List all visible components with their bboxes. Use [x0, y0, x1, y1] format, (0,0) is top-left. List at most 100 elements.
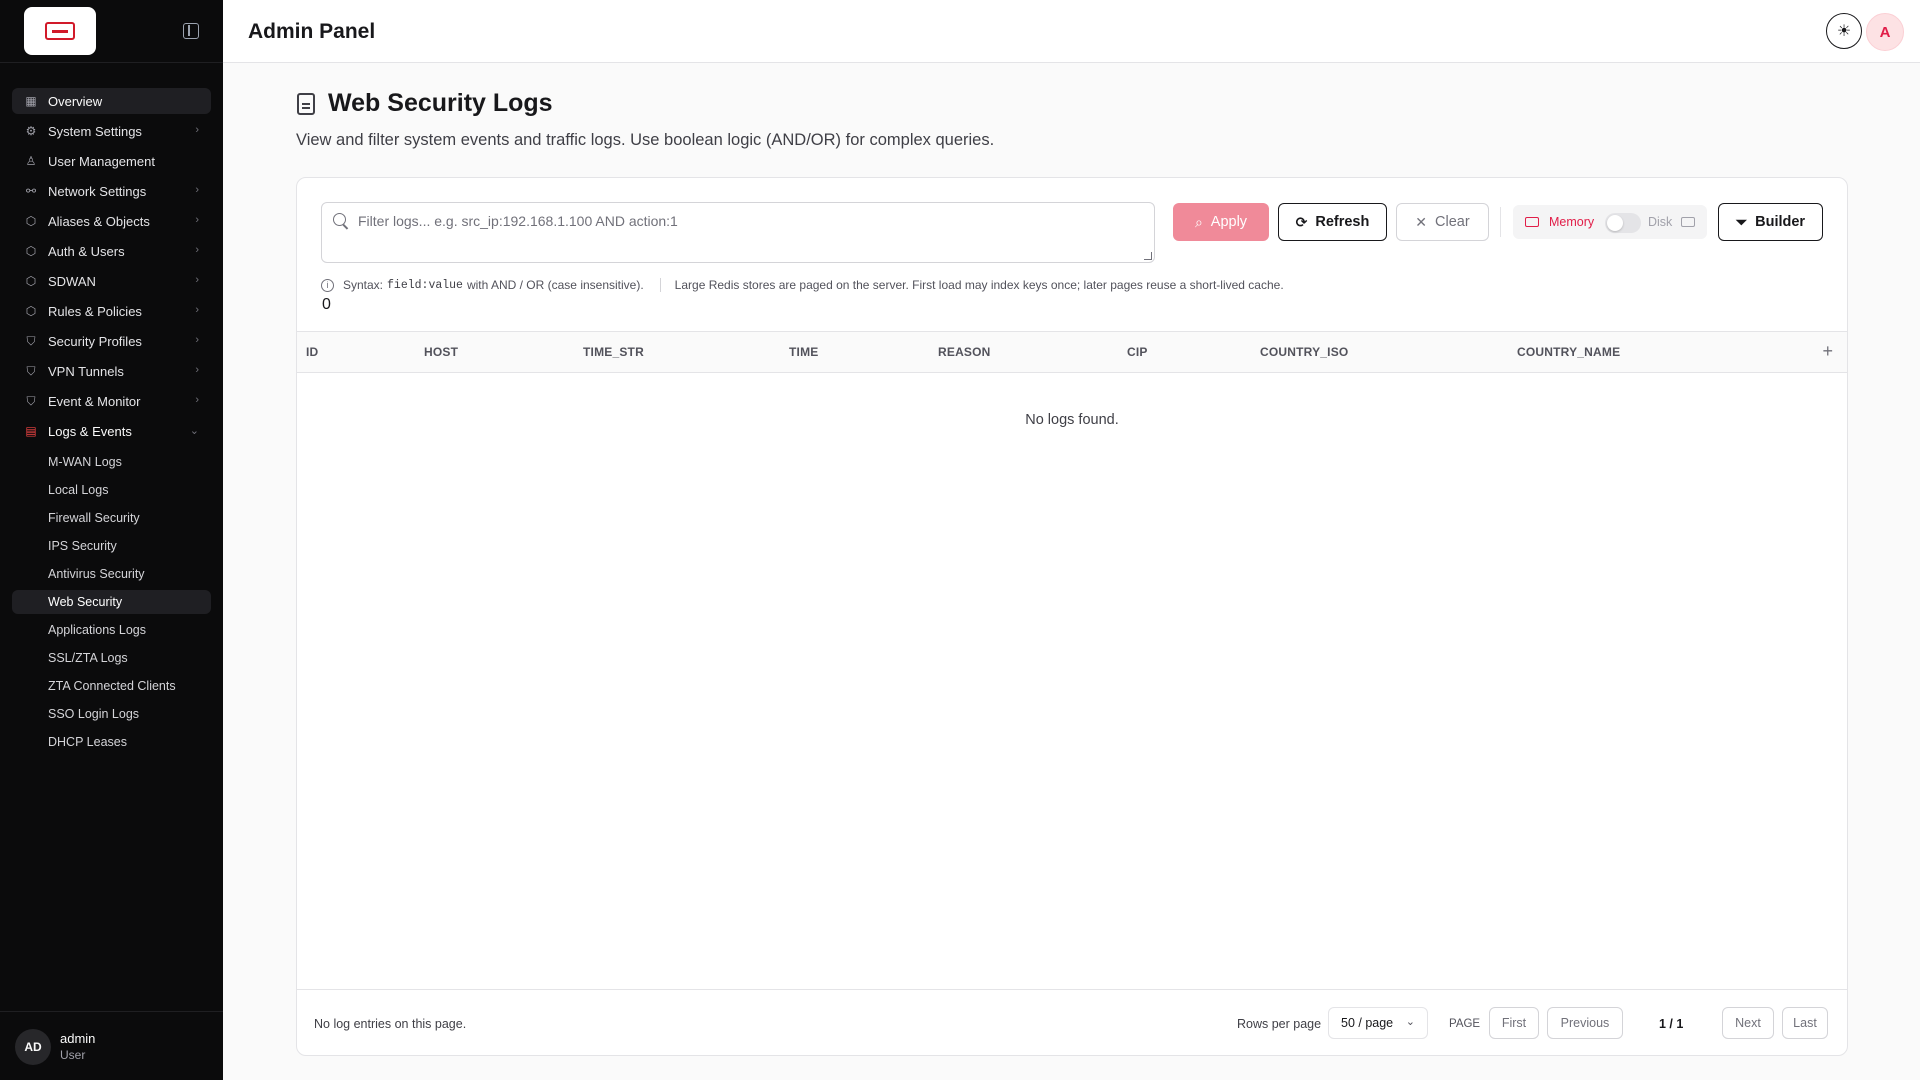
sidebar-subitem-firewall-security[interactable]: Firewall Security: [12, 506, 211, 530]
sidebar-item-overview[interactable]: ▦ Overview: [12, 88, 211, 114]
sidebar-header: [0, 0, 223, 63]
logs-table: ID HOST TIME_STR TIME REASON CIP COUNTRY…: [297, 331, 1847, 990]
user-role: User: [60, 1048, 86, 1062]
sidebar-subitem-zta-connected-clients[interactable]: ZTA Connected Clients: [12, 674, 211, 698]
column-header-id[interactable]: ID: [306, 345, 318, 359]
column-header-country-name[interactable]: COUNTRY_NAME: [1517, 345, 1620, 359]
page-title: Web Security Logs: [328, 89, 553, 117]
sidebar-subitem-label: DHCP Leases: [48, 735, 127, 749]
sidebar-subitem-label: SSL/ZTA Logs: [48, 651, 128, 665]
add-column-icon[interactable]: +: [1822, 341, 1833, 362]
rows-per-page-label: Rows per page: [1237, 1017, 1322, 1031]
column-header-host[interactable]: HOST: [424, 345, 458, 359]
search-icon: [333, 213, 346, 226]
syntax-hint: i Syntax: field:value with AND / OR (cas…: [321, 278, 1284, 292]
chevron-right-icon: ›: [195, 244, 199, 256]
builder-label: Builder: [1755, 214, 1806, 230]
disk-label: Disk: [1648, 215, 1673, 229]
redis-note: Large Redis stores are paged on the serv…: [674, 278, 1284, 292]
logo[interactable]: [24, 7, 96, 55]
memory-icon: [1525, 217, 1539, 227]
column-header-cip[interactable]: CIP: [1127, 345, 1148, 359]
first-page-button[interactable]: First: [1489, 1007, 1539, 1039]
builder-button[interactable]: ⏷ Builder: [1718, 203, 1823, 241]
chevron-right-icon: ›: [195, 304, 199, 316]
logo-mark: [45, 22, 75, 40]
resize-handle-icon[interactable]: [1144, 252, 1152, 260]
clear-label: Clear: [1435, 214, 1470, 230]
apply-button[interactable]: ⌕ Apply: [1173, 203, 1269, 241]
sidebar-item-event-monitor[interactable]: ⛉ Event & Monitor ›: [12, 388, 211, 414]
sidebar-item-label: Aliases & Objects: [48, 213, 150, 229]
sidebar-item-network-settings[interactable]: ⚯ Network Settings ›: [12, 178, 211, 204]
sidebar-collapse-icon[interactable]: [183, 23, 199, 39]
sidebar-item-vpn-tunnels[interactable]: ⛉ VPN Tunnels ›: [12, 358, 211, 384]
refresh-button[interactable]: ⟳ Refresh: [1278, 203, 1387, 241]
logs-card: ⌕ Apply ⟳ Refresh ✕ Clear Memory Disk ⏷ …: [296, 177, 1848, 1056]
sidebar-item-sdwan[interactable]: ⬡ SDWAN ›: [12, 268, 211, 294]
sidebar-subitem-label: IPS Security: [48, 539, 117, 553]
sidebar-item-user-management[interactable]: ♙ User Management: [12, 148, 211, 174]
sidebar-item-security-profiles[interactable]: ⛉ Security Profiles ›: [12, 328, 211, 354]
apply-label: Apply: [1210, 214, 1248, 230]
sidebar-item-label: VPN Tunnels: [48, 363, 124, 379]
rows-per-page-select[interactable]: 50 / page ⌄: [1328, 1007, 1428, 1039]
sidebar-item-system-settings[interactable]: ⚙ System Settings ›: [12, 118, 211, 144]
page-description: View and filter system events and traffi…: [296, 131, 995, 149]
column-header-country-iso[interactable]: COUNTRY_ISO: [1260, 345, 1348, 359]
sidebar-item-logs-events[interactable]: ▤ Logs & Events ⌄: [12, 418, 211, 444]
table-header: ID HOST TIME_STR TIME REASON CIP COUNTRY…: [297, 332, 1847, 373]
next-page-button[interactable]: Next: [1722, 1007, 1774, 1039]
user-avatar-button[interactable]: A: [1866, 13, 1904, 51]
chevron-right-icon: ›: [195, 214, 199, 226]
box-icon: ⬡: [25, 304, 37, 318]
sidebar-subitem-mwan-logs[interactable]: M-WAN Logs: [12, 450, 211, 474]
filter-input[interactable]: [358, 213, 1138, 229]
chevron-right-icon: ›: [195, 124, 199, 136]
footer-note: No log entries on this page.: [314, 1017, 467, 1031]
previous-page-button[interactable]: Previous: [1547, 1007, 1623, 1039]
syntax-prefix: Syntax:: [343, 278, 384, 292]
gear-icon: ⚙: [25, 124, 37, 138]
column-header-reason[interactable]: REASON: [938, 345, 991, 359]
sun-icon: ☀: [1836, 23, 1852, 40]
storage-toggle[interactable]: [1605, 213, 1641, 233]
clear-button[interactable]: ✕ Clear: [1396, 203, 1489, 241]
sidebar-subitem-web-security[interactable]: Web Security: [12, 590, 211, 614]
result-count: 0: [322, 296, 331, 313]
last-page-button[interactable]: Last: [1782, 1007, 1828, 1039]
sidebar-nav: ▦ Overview ⚙ System Settings › ♙ User Ma…: [12, 88, 211, 758]
sidebar-subitem-label: Applications Logs: [48, 623, 146, 637]
column-header-time-str[interactable]: TIME_STR: [583, 345, 644, 359]
sidebar-subitem-dhcp-leases[interactable]: DHCP Leases: [12, 730, 211, 754]
sidebar-item-label: Rules & Policies: [48, 303, 142, 319]
memory-label: Memory: [1549, 215, 1595, 229]
sidebar-subitem-label: Local Logs: [48, 483, 109, 497]
empty-state: No logs found.: [1025, 412, 1119, 428]
column-header-time[interactable]: TIME: [789, 345, 818, 359]
sidebar-subitem-label: Web Security: [48, 595, 123, 609]
sidebar-subitem-label: M-WAN Logs: [48, 455, 122, 469]
sidebar-item-label: Security Profiles: [48, 333, 142, 349]
sidebar-subitem-local-logs[interactable]: Local Logs: [12, 478, 211, 502]
sidebar-item-aliases-objects[interactable]: ⬡ Aliases & Objects ›: [12, 208, 211, 234]
box-icon: ⬡: [25, 274, 37, 288]
sidebar-subitem-antivirus-security[interactable]: Antivirus Security: [12, 562, 211, 586]
sidebar-subitem-applications-logs[interactable]: Applications Logs: [12, 618, 211, 642]
sidebar-item-auth-users[interactable]: ⬡ Auth & Users ›: [12, 238, 211, 264]
sidebar-subitem-sso-login-logs[interactable]: SSO Login Logs: [12, 702, 211, 726]
grid-icon: ▦: [25, 94, 37, 108]
syntax-code: field:value: [387, 278, 463, 292]
divider: [659, 278, 661, 292]
filter-box[interactable]: [321, 202, 1155, 263]
sidebar-item-rules-policies[interactable]: ⬡ Rules & Policies ›: [12, 298, 211, 324]
sidebar-subitem-ssl-zta-logs[interactable]: SSL/ZTA Logs: [12, 646, 211, 670]
disk-icon: [1681, 217, 1695, 227]
sidebar-subitem-label: Firewall Security: [48, 511, 140, 525]
sidebar-subitem-ips-security[interactable]: IPS Security: [12, 534, 211, 558]
sidebar-user[interactable]: AD admin User: [0, 1011, 223, 1080]
top-header: Admin Panel ☀ A: [223, 0, 1920, 63]
theme-toggle-button[interactable]: ☀: [1826, 13, 1862, 49]
document-icon: [297, 93, 315, 115]
sidebar-item-label: Event & Monitor: [48, 393, 141, 409]
